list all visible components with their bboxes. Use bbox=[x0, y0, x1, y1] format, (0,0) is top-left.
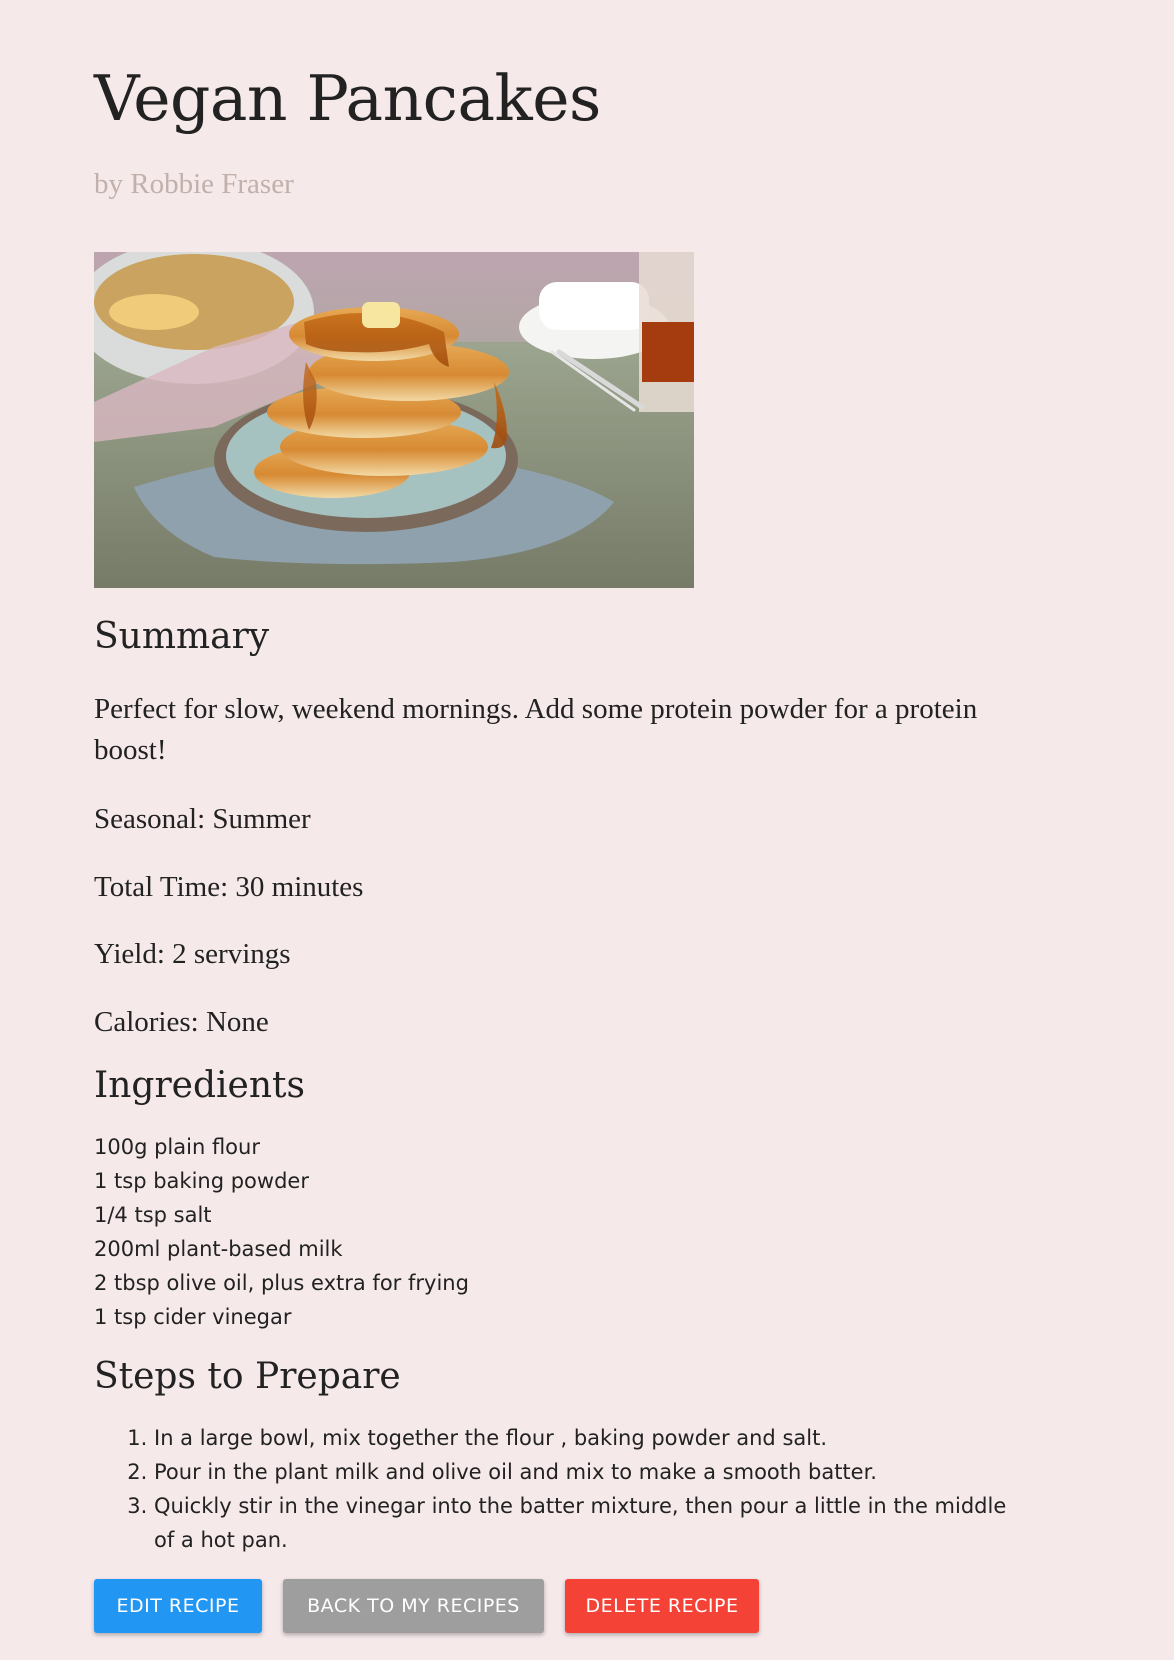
recipe-title: Vegan Pancakes bbox=[94, 62, 601, 135]
steps-list: In a large bowl, mix together the flour … bbox=[94, 1421, 1014, 1557]
steps-heading: Steps to Prepare bbox=[94, 1356, 401, 1397]
step-item: In a large bowl, mix together the flour … bbox=[154, 1421, 1014, 1455]
recipe-author: by Robbie Fraser bbox=[94, 168, 294, 200]
summary-heading: Summary bbox=[94, 616, 270, 657]
back-to-my-recipes-button[interactable]: BACK TO MY RECIPES bbox=[283, 1579, 544, 1633]
step-item: Quickly stir in the vinegar into the bat… bbox=[154, 1489, 1014, 1557]
summary-text: Perfect for slow, weekend mornings. Add … bbox=[94, 693, 978, 766]
step-item: Pour in the plant milk and olive oil and… bbox=[154, 1455, 1014, 1489]
recipe-photo bbox=[94, 252, 694, 588]
calories-info: Calories: None bbox=[94, 1006, 269, 1038]
ingredients-list: 100g plain flour 1 tsp baking powder 1/4… bbox=[94, 1130, 469, 1334]
ingredient-item: 1 tsp cider vinegar bbox=[94, 1305, 292, 1329]
yield-info: Yield: 2 servings bbox=[94, 938, 291, 970]
ingredient-item: 200ml plant-based milk bbox=[94, 1237, 343, 1261]
seasonal-info: Seasonal: Summer bbox=[94, 803, 311, 835]
edit-recipe-button[interactable]: EDIT RECIPE bbox=[94, 1579, 262, 1633]
ingredient-item: 1/4 tsp salt bbox=[94, 1203, 212, 1227]
ingredient-item: 1 tsp baking powder bbox=[94, 1169, 309, 1193]
total-time-info: Total Time: 30 minutes bbox=[94, 871, 364, 903]
ingredient-item: 100g plain flour bbox=[94, 1135, 260, 1159]
ingredients-heading: Ingredients bbox=[94, 1065, 305, 1106]
ingredient-item: 2 tbsp olive oil, plus extra for frying bbox=[94, 1271, 469, 1295]
delete-recipe-button[interactable]: DELETE RECIPE bbox=[565, 1579, 759, 1633]
